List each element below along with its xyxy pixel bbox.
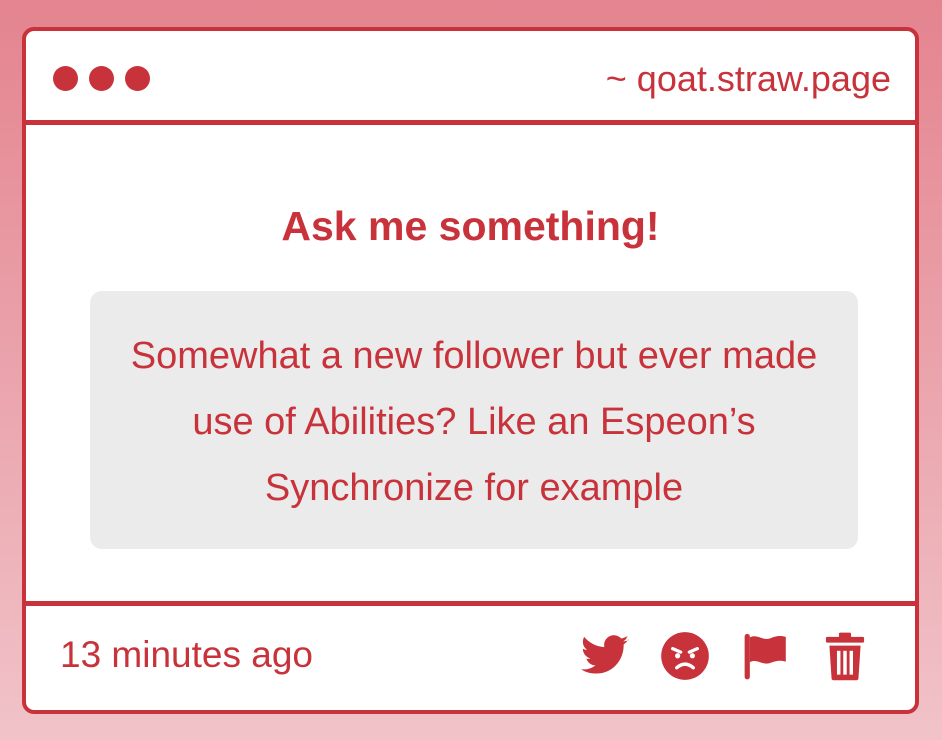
card-footer: 13 minutes ago xyxy=(26,601,915,710)
angry-face-icon[interactable] xyxy=(659,630,711,682)
flag-icon[interactable] xyxy=(739,630,791,682)
title-bar: ~ qoat.straw.page xyxy=(26,31,915,125)
window-dot-icon xyxy=(125,66,150,91)
twitter-icon-graphic xyxy=(580,635,629,674)
browser-window: ~ qoat.straw.page Ask me something! Some… xyxy=(22,27,919,714)
question-text: Somewhat a new follower but ever made us… xyxy=(90,291,858,549)
page-url: ~ qoat.straw.page xyxy=(605,58,891,99)
window-dot-icon xyxy=(89,66,114,91)
twitter-icon[interactable] xyxy=(579,630,631,682)
question-card: Ask me something! Somewhat a new followe… xyxy=(26,125,915,609)
window-dot-icon xyxy=(53,66,78,91)
angry-face-icon-graphic xyxy=(661,632,709,680)
flag-icon-graphic xyxy=(744,633,786,680)
page-title: Ask me something! xyxy=(281,203,660,249)
window-controls xyxy=(53,66,150,91)
action-bar xyxy=(579,630,871,682)
trash-icon[interactable] xyxy=(819,630,871,682)
trash-icon-graphic xyxy=(825,632,865,681)
timestamp: 13 minutes ago xyxy=(60,634,314,675)
